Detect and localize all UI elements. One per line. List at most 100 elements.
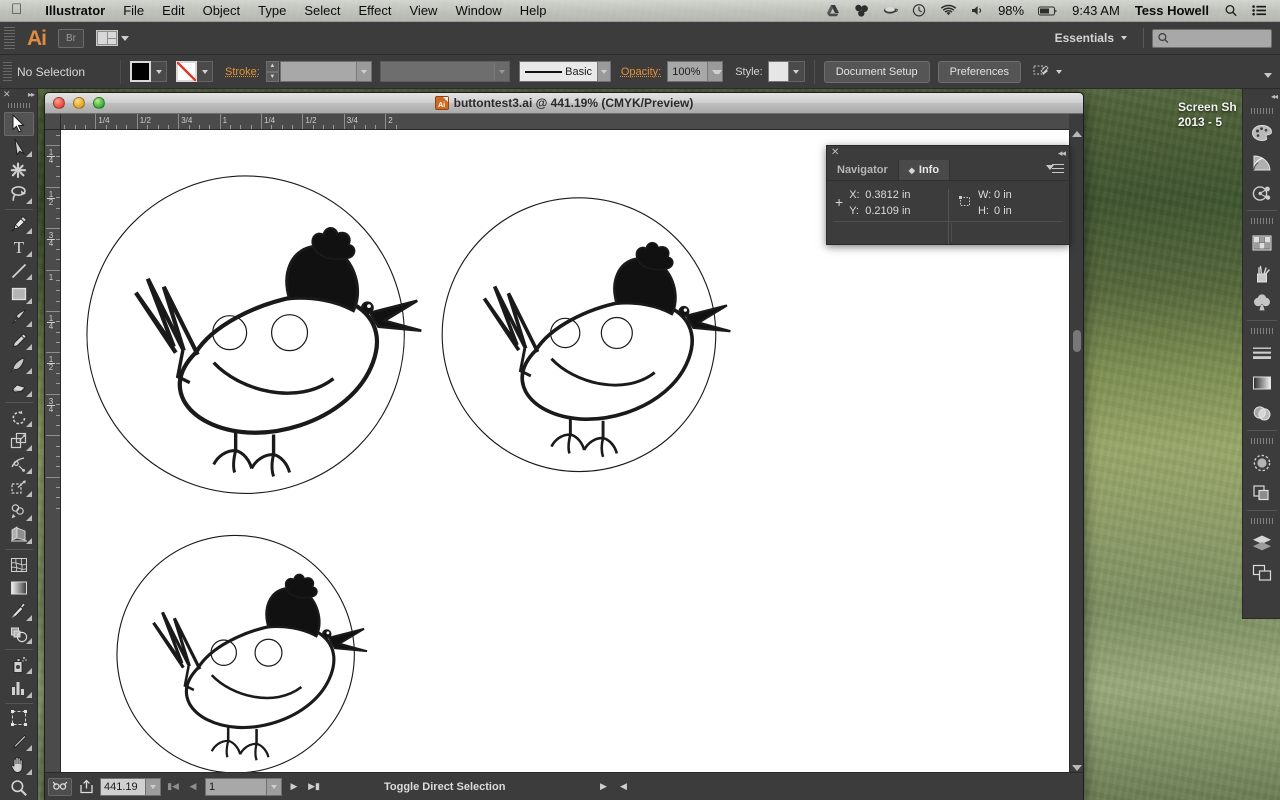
arrange-documents-button[interactable]: [96, 30, 129, 46]
mesh-tool[interactable]: [4, 553, 34, 576]
menu-item-help[interactable]: Help: [511, 0, 556, 22]
brush-definition-combo[interactable]: Basic: [518, 61, 611, 82]
menu-item-select[interactable]: Select: [295, 0, 349, 22]
tab-navigator[interactable]: Navigator: [827, 160, 899, 180]
chevron-down-icon[interactable]: [707, 62, 723, 81]
app-bar-grip[interactable]: [4, 27, 15, 49]
scroll-down-icon[interactable]: [1072, 765, 1082, 771]
graphic-style-control[interactable]: [767, 61, 805, 82]
dock-group-grip[interactable]: [1250, 328, 1273, 334]
chevron-down-icon[interactable]: [597, 62, 610, 81]
menu-item-type[interactable]: Type: [249, 0, 295, 22]
first-page-icon[interactable]: ▮◀: [165, 778, 181, 796]
hand-tool[interactable]: [4, 753, 34, 776]
collapse-panel-icon[interactable]: ◂◂: [1058, 148, 1066, 159]
close-icon[interactable]: ✕: [3, 89, 11, 100]
info-panel-menu[interactable]: [1046, 160, 1069, 180]
shape-builder-tool[interactable]: [4, 499, 34, 522]
stroke-color-control[interactable]: [176, 61, 213, 82]
time-machine-icon[interactable]: [905, 4, 933, 17]
artboard-number-value[interactable]: 1: [205, 777, 267, 796]
spotlight-search-icon[interactable]: [1217, 4, 1245, 17]
fill-color-control[interactable]: [130, 61, 167, 82]
swatches-panel-icon[interactable]: [1246, 228, 1278, 258]
battery-icon[interactable]: [1031, 5, 1065, 17]
artboard-dropdown-arrow[interactable]: [267, 777, 282, 796]
stroke-weight-combo[interactable]: [279, 61, 372, 82]
fill-dropdown-arrow[interactable]: [151, 61, 167, 82]
dock-group-grip[interactable]: [1250, 218, 1273, 224]
help-search-input[interactable]: [1152, 28, 1272, 48]
graphic-style-swatch[interactable]: [767, 61, 789, 82]
vertical-scrollbar[interactable]: [1069, 130, 1083, 772]
artboards-panel-icon[interactable]: [1246, 558, 1278, 588]
status-tool-icon[interactable]: [48, 777, 72, 796]
menu-item-window[interactable]: Window: [446, 0, 510, 22]
brushes-panel-icon[interactable]: [1246, 258, 1278, 288]
launch-bridge-button[interactable]: Br: [58, 28, 84, 48]
gradient-tool[interactable]: [4, 576, 34, 599]
stroke-profile-combo[interactable]: [379, 61, 510, 82]
stroke-label[interactable]: Stroke:: [225, 66, 260, 78]
transparency-panel-icon[interactable]: [1246, 398, 1278, 428]
volume-icon[interactable]: [964, 4, 991, 17]
zoom-dropdown-arrow[interactable]: [146, 777, 161, 796]
dock-group-grip[interactable]: [1250, 518, 1273, 524]
status-menu-icon[interactable]: ▶: [595, 778, 611, 796]
menu-item-illustrator[interactable]: Illustrator: [36, 0, 114, 22]
scroll-left-icon[interactable]: ◀: [615, 778, 631, 796]
chevron-down-icon[interactable]: [355, 62, 371, 81]
vertical-ruler[interactable]: 14 12 34 1 14 12 34: [45, 130, 61, 772]
scale-tool[interactable]: [4, 429, 34, 452]
zoom-level-value[interactable]: 441.19: [100, 777, 146, 796]
stroke-weight-stepper[interactable]: ▲ ▼: [265, 61, 279, 82]
color-panel-icon[interactable]: [1246, 118, 1278, 148]
paintbrush-tool[interactable]: [4, 306, 34, 329]
menu-bar-clock[interactable]: 9:43 AM: [1065, 0, 1127, 22]
document-setup-button[interactable]: Document Setup: [823, 60, 930, 83]
chevron-down-icon[interactable]: [493, 62, 509, 81]
last-page-icon[interactable]: ▶▮: [306, 778, 322, 796]
eraser-tool[interactable]: [4, 376, 34, 399]
column-graph-tool[interactable]: [4, 676, 34, 699]
dropbox-icon[interactable]: [847, 4, 876, 17]
menu-item-view[interactable]: View: [401, 0, 447, 22]
direct-selection-tool[interactable]: [4, 136, 34, 159]
gradient-panel-icon[interactable]: [1246, 368, 1278, 398]
ruler-origin-corner[interactable]: [45, 114, 61, 130]
artboard-navigation[interactable]: 1: [205, 777, 282, 796]
magic-wand-tool[interactable]: [4, 159, 34, 182]
fill-swatch[interactable]: [130, 61, 151, 82]
style-dropdown-arrow[interactable]: [788, 61, 805, 82]
wifi-icon[interactable]: [933, 4, 964, 17]
close-panel-icon[interactable]: ✕: [831, 148, 839, 158]
artboard-tool[interactable]: [4, 707, 34, 730]
zoom-level-control[interactable]: 441.19: [100, 777, 161, 796]
menu-item-object[interactable]: Object: [194, 0, 250, 22]
control-panel-grip[interactable]: [3, 61, 12, 82]
preferences-button[interactable]: Preferences: [937, 60, 1021, 83]
zoom-tool[interactable]: [4, 777, 34, 800]
workspace-switcher[interactable]: Essentials: [1047, 28, 1135, 48]
layers-panel-icon[interactable]: [1246, 528, 1278, 558]
perspective-grid-tool[interactable]: [4, 523, 34, 546]
next-page-icon[interactable]: ▶: [286, 778, 302, 796]
eyedropper-tool[interactable]: [4, 600, 34, 623]
line-segment-tool[interactable]: [4, 259, 34, 282]
scroll-up-icon[interactable]: [1072, 131, 1082, 137]
opacity-field[interactable]: 100%: [667, 61, 724, 82]
opacity-label[interactable]: Opacity:: [621, 66, 661, 78]
lasso-tool[interactable]: [4, 182, 34, 205]
color-guide-panel-icon[interactable]: [1246, 148, 1278, 178]
info-panel-header[interactable]: ✕ ◂◂: [827, 146, 1069, 160]
type-tool[interactable]: T: [4, 236, 34, 259]
menu-item-effect[interactable]: Effect: [349, 0, 400, 22]
tab-info[interactable]: ◆ Info: [898, 160, 951, 180]
menu-item-file[interactable]: File: [114, 0, 153, 22]
pen-tool[interactable]: [4, 212, 34, 235]
horizontal-ruler[interactable]: 01/41/23/411/41/23/42: [61, 114, 1069, 130]
vertical-scroll-thumb[interactable]: [1073, 330, 1081, 352]
dock-group-grip[interactable]: [1250, 438, 1273, 444]
stroke-panel-icon[interactable]: [1246, 338, 1278, 368]
pathfinder-panel-icon[interactable]: [1246, 478, 1278, 508]
